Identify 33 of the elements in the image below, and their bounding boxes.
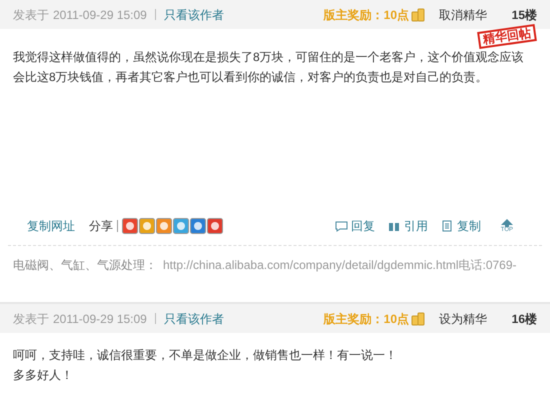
copy-link[interactable]: 复制网址 xyxy=(27,217,75,235)
coins-icon xyxy=(411,312,425,326)
share-icon[interactable] xyxy=(207,218,223,234)
post-text: 会比这8万块钱值，再者其它客户也可以看到你的诚信，对客户的负责也是对自己的负责。 xyxy=(13,69,489,86)
posted-label: 发表于 xyxy=(13,6,49,24)
essence-link[interactable]: 取消精华 xyxy=(439,6,509,24)
reward-text: 版主奖励：10点 xyxy=(324,6,409,24)
share-label: 分享 xyxy=(89,218,113,235)
copy-icon xyxy=(442,220,452,232)
post-text: 多多好人！ xyxy=(13,367,74,384)
coins-icon xyxy=(411,8,425,22)
signature-link[interactable]: http://china.alibaba.com/company/detail/dgdemmic.html电话:0769- xyxy=(163,256,517,274)
share-icon[interactable] xyxy=(156,218,172,234)
share-icon[interactable] xyxy=(139,218,155,234)
floor-number: 16楼 xyxy=(510,310,537,328)
author-only-link[interactable]: 只看该作者 xyxy=(164,6,224,24)
reward-text: 版主奖励：10点 xyxy=(324,310,409,328)
share-icon[interactable] xyxy=(122,218,138,234)
post-date: 2011-09-29 15:09 xyxy=(53,310,147,328)
quote-link[interactable]: 引用 xyxy=(404,217,428,235)
share-icon[interactable] xyxy=(190,218,206,234)
signature-label: 电磁阀、气缸、气源处理： xyxy=(13,257,157,274)
post-date: 2011-09-29 15:09 xyxy=(53,6,147,24)
floor-number: 15楼 xyxy=(510,6,537,24)
post-text: 呵呵，支持哇，诚信很重要，不单是做企业，做销售也一样！有一说一！ xyxy=(13,347,398,364)
author-only-link[interactable]: 只看该作者 xyxy=(164,310,224,328)
copy-post-link[interactable]: 复制 xyxy=(456,217,481,235)
share-icon[interactable] xyxy=(173,218,189,234)
reply-link[interactable]: 回复 xyxy=(350,217,375,235)
essence-link[interactable]: 设为精华 xyxy=(439,310,509,328)
posted-label: 发表于 xyxy=(13,310,49,328)
comment-icon xyxy=(334,220,348,232)
post-text: 我觉得这样做值得的，虽然说你现在是损失了8万块，可留住的是一个老客户，这个价值观念应该 xyxy=(13,49,525,66)
